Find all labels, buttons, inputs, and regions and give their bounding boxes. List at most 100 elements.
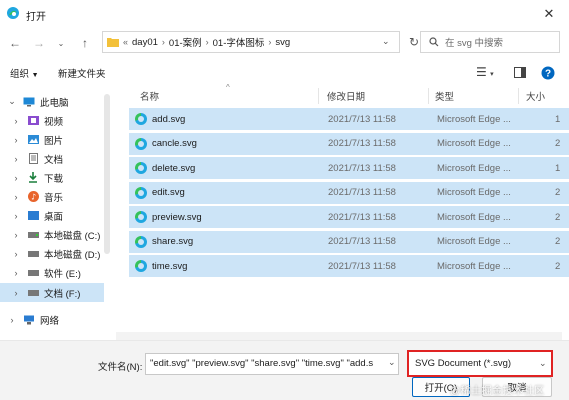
sidebar-item-desktop[interactable]: › 桌面 <box>0 206 104 225</box>
file-list: 名称 ^ 修改日期 类型 大小 add.svg 2021/7/13 11:58 … <box>122 83 569 340</box>
column-divider[interactable] <box>318 88 319 104</box>
breadcrumb-item[interactable]: 01-字体图标 <box>213 35 265 49</box>
table-row[interactable]: edit.svg 2021/7/13 11:58 Microsoft Edge … <box>129 181 569 204</box>
chevron-right-icon[interactable]: › <box>10 116 22 126</box>
close-button[interactable]: ✕ <box>529 0 569 28</box>
file-size-cell: 2 <box>555 211 561 223</box>
filename-input[interactable]: "edit.svg" "preview.svg" "share.svg" "ti… <box>145 353 399 375</box>
drive-icon <box>26 267 40 279</box>
breadcrumb-item[interactable]: svg <box>275 37 290 48</box>
chevron-right-icon[interactable]: › <box>10 173 22 183</box>
forward-button[interactable]: → <box>30 34 48 52</box>
chevron-down-icon[interactable]: ⌄ <box>382 36 390 47</box>
close-icon: ✕ <box>543 6 555 21</box>
chevron-right-icon[interactable]: › <box>10 154 22 164</box>
breadcrumb-item[interactable]: 01-案例 <box>169 35 202 49</box>
sidebar-item-label: 下载 <box>44 173 64 185</box>
chevron-right-icon[interactable]: › <box>10 268 22 278</box>
column-header-type[interactable]: 类型 <box>435 86 454 106</box>
column-header-date[interactable]: 修改日期 <box>327 86 365 106</box>
breadcrumb-item[interactable]: day01 <box>132 37 158 48</box>
chevron-right-icon[interactable]: › <box>10 288 22 298</box>
watermark: @稀土掘金技术社区 <box>450 386 545 397</box>
chevron-down-icon[interactable]: ⌄ <box>388 357 396 368</box>
column-header-name[interactable]: 名称 <box>140 86 159 106</box>
file-type-cell: Microsoft Edge ... <box>437 236 511 247</box>
sidebar-item-downloads[interactable]: › 下载 <box>0 168 104 187</box>
music-icon: ♪ <box>26 191 40 203</box>
drive-icon <box>26 287 40 299</box>
breadcrumb-overflow[interactable]: « <box>123 37 128 47</box>
chevron-down-icon[interactable]: ⌄ <box>6 96 18 107</box>
sidebar-item-drive-c[interactable]: › 本地磁盘 (C:) <box>0 225 104 244</box>
file-name-cell: preview.svg <box>135 211 202 223</box>
table-row[interactable]: preview.svg 2021/7/13 11:58 Microsoft Ed… <box>129 206 569 228</box>
sidebar-item-drive-f[interactable]: › 文档 (F:) <box>0 283 104 302</box>
view-options-icon[interactable]: ☰ ▾ <box>476 65 494 79</box>
table-row[interactable]: time.svg 2021/7/13 11:58 Microsoft Edge … <box>129 255 569 277</box>
chevron-right-icon[interactable]: › <box>10 192 22 202</box>
sidebar-item-drive-e[interactable]: › 软件 (E:) <box>0 263 104 282</box>
column-divider[interactable] <box>518 88 519 104</box>
column-divider[interactable] <box>428 88 429 104</box>
file-name-cell: time.svg <box>135 260 187 272</box>
column-header-size[interactable]: 大小 <box>526 86 545 106</box>
edge-file-icon <box>135 137 147 150</box>
file-size-cell: 2 <box>555 187 561 198</box>
chevron-right-icon[interactable]: › <box>6 315 18 325</box>
drive-icon <box>26 248 40 260</box>
chevron-down-icon[interactable]: ⌄ <box>539 358 547 369</box>
file-type-cell: Microsoft Edge ... <box>437 138 511 149</box>
sidebar-item-label: 图片 <box>44 135 64 147</box>
desktop-icon <box>26 210 40 222</box>
chevron-right-icon[interactable]: › <box>10 211 22 221</box>
file-type-select[interactable]: SVG Document (*.svg) <box>407 350 553 377</box>
command-bar: 组织 ▼ 新建文件夹 ☰ ▾ ? <box>0 60 569 86</box>
sidebar-item-videos[interactable]: › 视频 <box>0 111 104 130</box>
new-folder-button[interactable]: 新建文件夹 <box>58 66 106 80</box>
recent-locations-button[interactable]: ⌄ <box>52 34 70 52</box>
organize-button[interactable]: 组织 ▼ <box>10 66 39 80</box>
file-type-cell: Microsoft Edge ... <box>437 187 511 198</box>
drive-icon <box>26 229 40 241</box>
search-input[interactable]: 在 svg 中搜索 <box>420 31 560 53</box>
file-date-cell: 2021/7/13 11:58 <box>328 211 396 223</box>
filename-label: 文件名(N): <box>98 362 143 373</box>
arrow-up-icon: ↑ <box>82 36 88 50</box>
sidebar-item-network[interactable]: › 网络 <box>0 310 104 329</box>
chevron-right-icon[interactable]: › <box>10 230 22 240</box>
sidebar-item-drive-d[interactable]: › 本地磁盘 (D:) <box>0 244 104 263</box>
sidebar-scrollbar[interactable] <box>104 94 110 254</box>
horizontal-scrollbar[interactable] <box>116 332 562 340</box>
file-name-cell: add.svg <box>135 113 185 125</box>
file-date-cell: 2021/7/13 11:58 <box>328 162 396 174</box>
sidebar-item-label: 网络 <box>40 315 60 327</box>
sidebar-item-pictures[interactable]: › 图片 <box>0 130 104 149</box>
file-date-cell: 2021/7/13 11:58 <box>328 138 396 149</box>
up-button[interactable]: ↑ <box>76 34 94 52</box>
table-row[interactable]: share.svg 2021/7/13 11:58 Microsoft Edge… <box>129 230 569 253</box>
sidebar-item-documents[interactable]: › 文档 <box>0 149 104 168</box>
chevron-right-icon[interactable]: › <box>10 249 22 259</box>
back-button[interactable]: ← <box>6 34 24 52</box>
table-row[interactable]: delete.svg 2021/7/13 11:58 Microsoft Edg… <box>129 157 569 179</box>
chevron-right-icon: › <box>268 37 272 47</box>
navigation-pane: ⌄ 此电脑 › 视频 › 图片 › 文档 › 下载 › ♪ 音乐 › 桌面 › … <box>0 88 104 338</box>
edge-app-icon <box>7 7 19 19</box>
help-icon[interactable]: ? <box>541 66 555 80</box>
file-name-cell: cancle.svg <box>135 137 197 150</box>
chevron-right-icon[interactable]: › <box>10 135 22 145</box>
sidebar-item-label: 文档 (F:) <box>44 288 81 300</box>
table-row[interactable]: cancle.svg 2021/7/13 11:58 Microsoft Edg… <box>129 132 569 155</box>
sidebar-item-music[interactable]: › ♪ 音乐 <box>0 187 104 206</box>
sidebar-item-label: 文档 <box>44 154 64 166</box>
address-bar[interactable]: « day01 › 01-案例 › 01-字体图标 › svg <box>102 31 400 53</box>
edge-file-icon <box>135 162 147 174</box>
edge-file-icon <box>135 211 147 223</box>
table-row[interactable]: add.svg 2021/7/13 11:58 Microsoft Edge .… <box>129 108 569 130</box>
preview-pane-icon[interactable] <box>514 67 526 78</box>
sidebar-item-this-pc[interactable]: ⌄ 此电脑 <box>0 92 104 111</box>
file-size-cell: 2 <box>555 236 561 247</box>
svg-text:♪: ♪ <box>30 193 35 202</box>
arrow-right-icon: → <box>33 36 45 50</box>
